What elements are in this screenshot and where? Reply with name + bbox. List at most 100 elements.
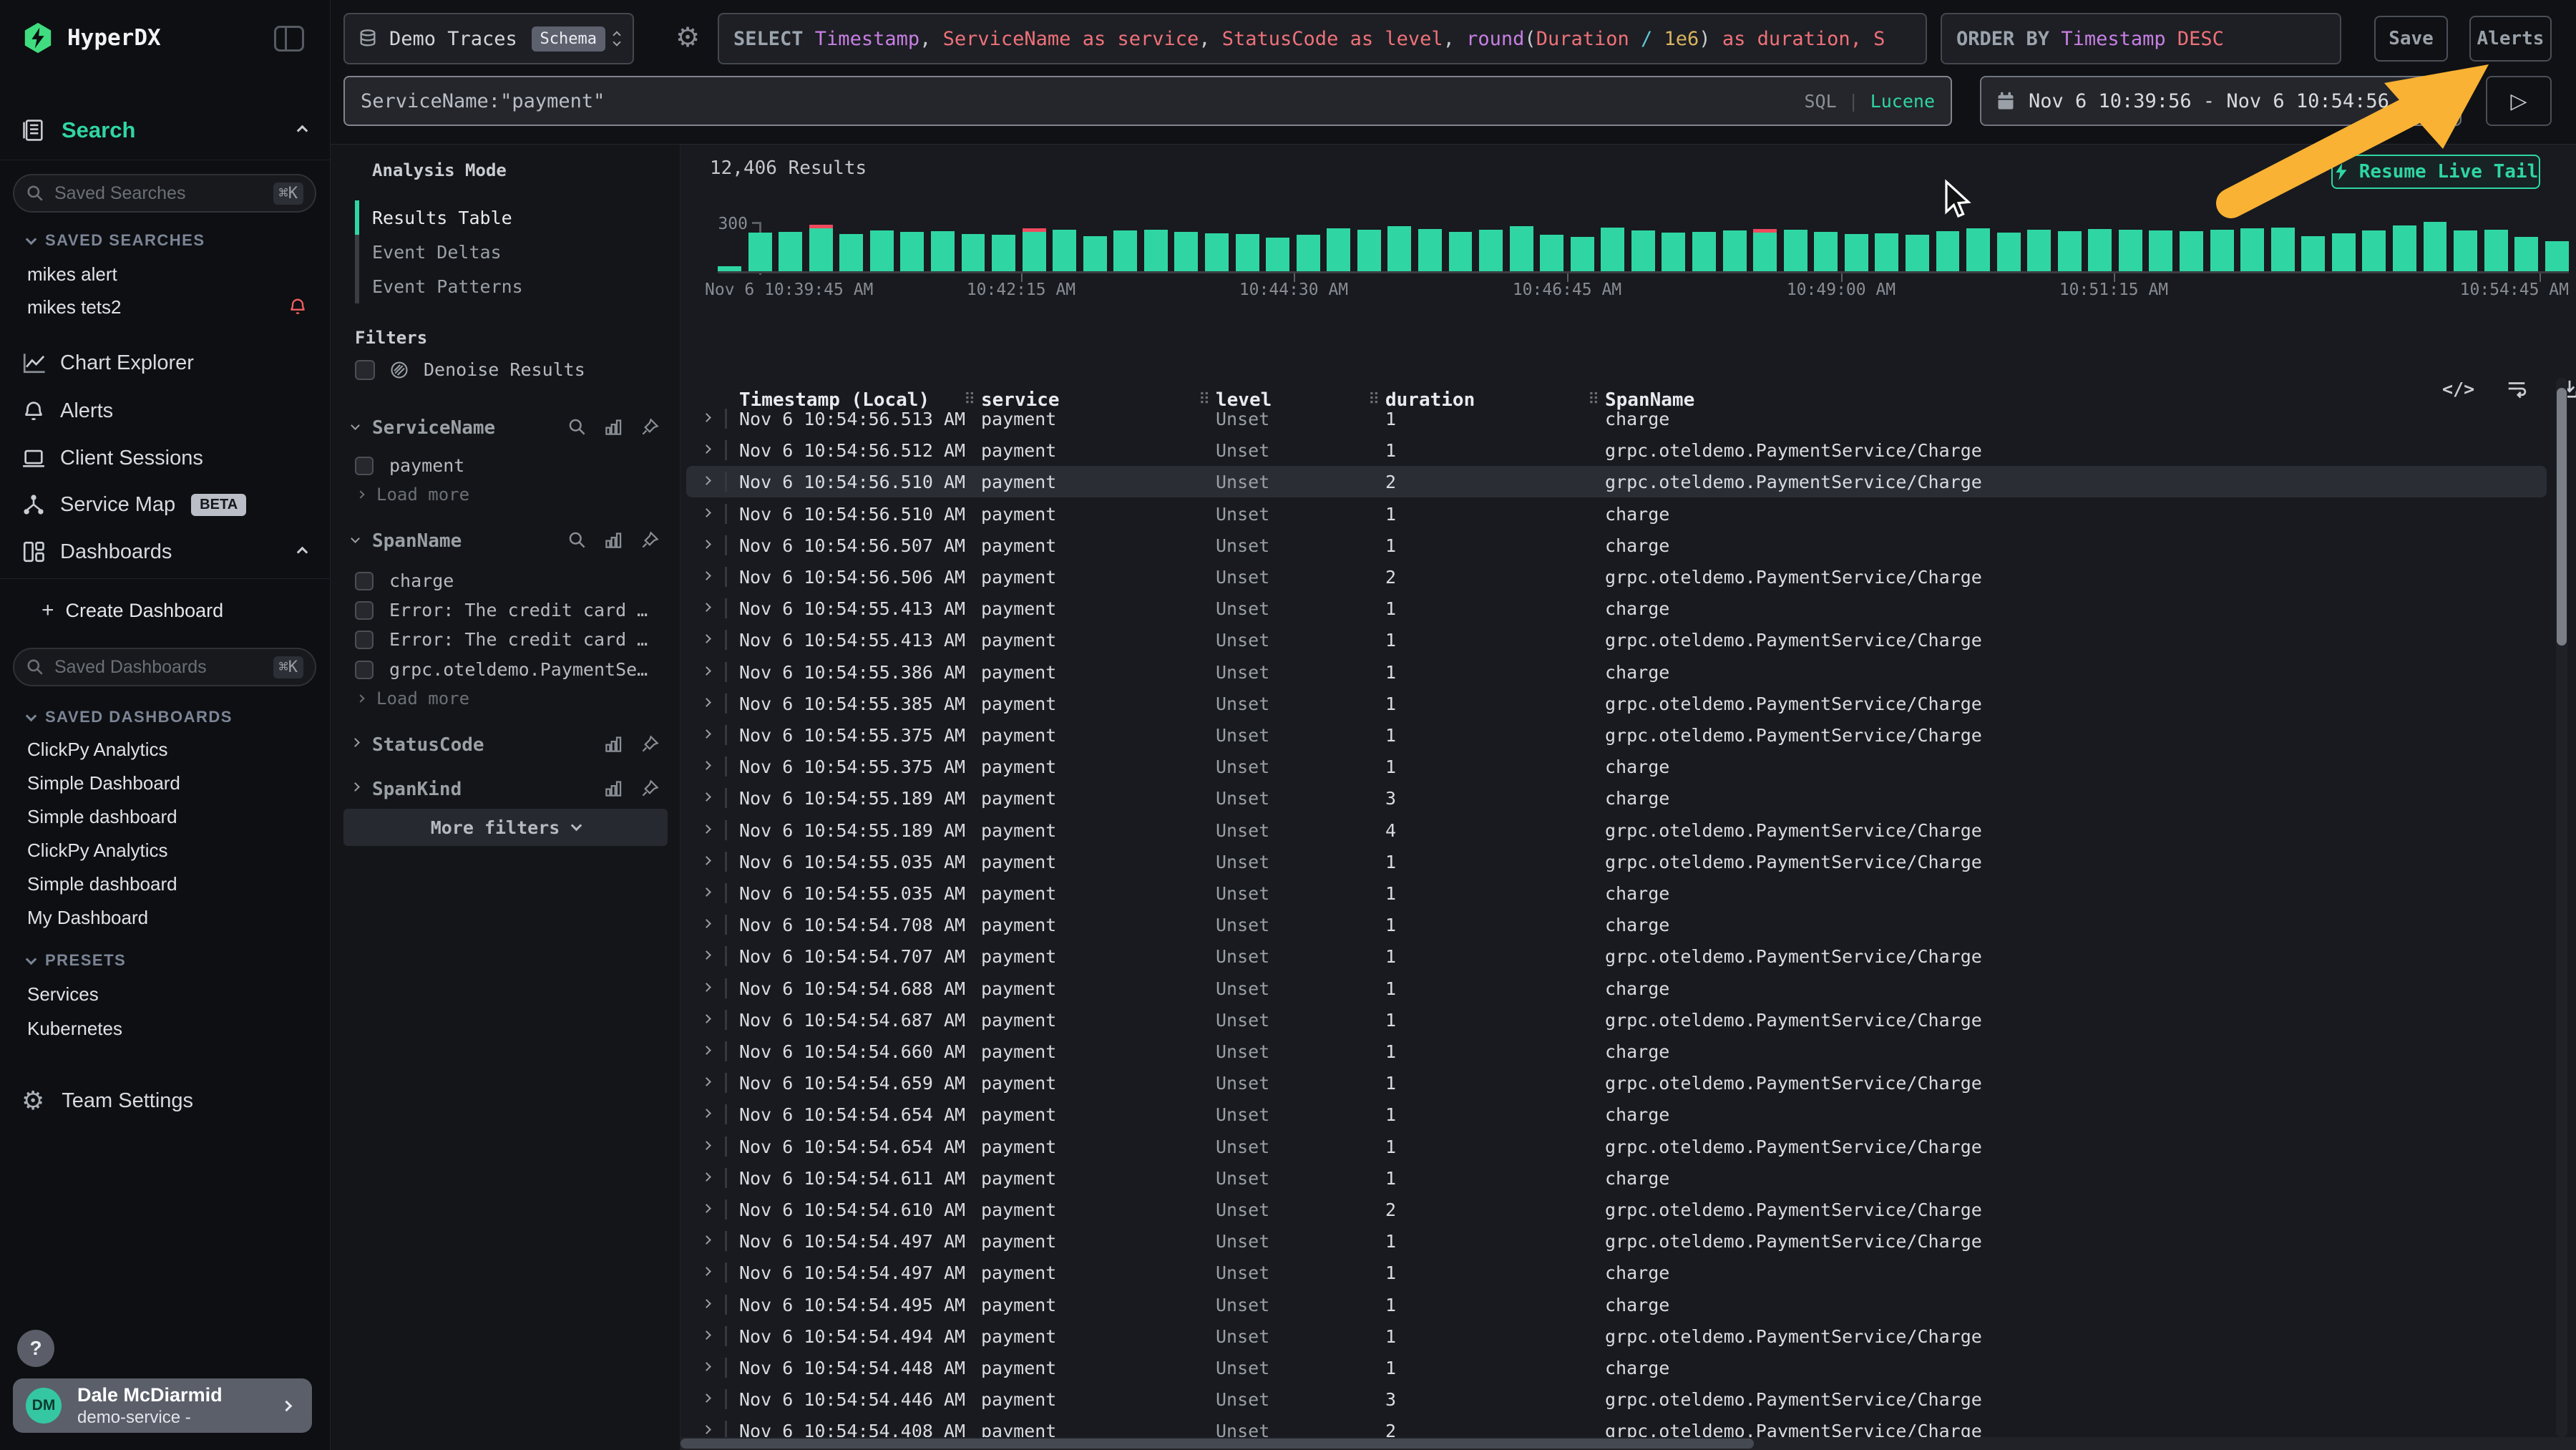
table-row[interactable]: Nov 6 10:54:55.375 AM payment Unset 1 gr… <box>686 719 2547 751</box>
histogram-bar[interactable] <box>1966 228 1990 271</box>
sidebar-item-dashboards[interactable]: Dashboards <box>0 532 331 572</box>
vertical-scrollbar[interactable] <box>2556 378 2567 1437</box>
pin-icon[interactable] <box>640 417 660 437</box>
search-icon[interactable] <box>567 417 587 437</box>
expand-row-icon[interactable] <box>702 919 711 928</box>
expand-row-icon[interactable] <box>702 603 711 612</box>
presets-section[interactable]: PRESETS <box>27 951 126 970</box>
saved-searches-section[interactable]: SAVED SEARCHES <box>27 231 205 250</box>
histogram-bar[interactable] <box>2180 231 2203 271</box>
vertical-scrollbar-thumb[interactable] <box>2557 388 2567 646</box>
histogram-bar[interactable] <box>2119 230 2142 271</box>
table-row[interactable]: Nov 6 10:54:54.688 AM payment Unset 1 ch… <box>686 973 2547 1004</box>
saved-dashboard-item[interactable]: ClickPy Analytics <box>27 840 168 862</box>
time-range-picker[interactable]: Nov 6 10:39:56 - Nov 6 10:54:56 <box>1980 76 2462 126</box>
histogram-bar[interactable] <box>1023 228 1046 271</box>
data-source-select[interactable]: Demo Traces Schema <box>343 13 634 64</box>
expand-row-icon[interactable] <box>702 729 711 739</box>
histogram-bar[interactable] <box>1571 237 1594 271</box>
facet-value[interactable]: Error: The credit card … <box>355 600 663 621</box>
facet-servicename[interactable]: ServiceName <box>352 416 660 442</box>
histogram-bar[interactable] <box>1449 232 1473 271</box>
histogram-bar[interactable] <box>2088 229 2112 271</box>
denoise-checkbox[interactable] <box>355 360 375 380</box>
table-row[interactable]: Nov 6 10:54:54.687 AM payment Unset 1 gr… <box>686 1004 2547 1036</box>
histogram-bar[interactable] <box>1997 233 2021 271</box>
histogram-bar[interactable] <box>779 232 802 271</box>
horizontal-scrollbar-thumb[interactable] <box>680 1439 1754 1449</box>
histogram-bar[interactable] <box>900 232 924 271</box>
facet-checkbox[interactable] <box>355 631 374 649</box>
table-row[interactable]: Nov 6 10:54:55.375 AM payment Unset 1 ch… <box>686 751 2547 782</box>
expand-row-icon[interactable] <box>702 413 711 422</box>
expand-row-icon[interactable] <box>702 1393 711 1403</box>
saved-dashboard-item[interactable]: ClickPy Analytics <box>27 739 168 761</box>
histogram-bar[interactable] <box>1753 229 1777 271</box>
histogram-bar[interactable] <box>2210 230 2234 271</box>
search-icon[interactable] <box>567 530 587 550</box>
histogram-bar[interactable] <box>2484 230 2508 271</box>
expand-row-icon[interactable] <box>702 1330 711 1340</box>
histogram-bar[interactable] <box>839 234 863 271</box>
expand-row-icon[interactable] <box>702 1267 711 1277</box>
language-lucene-toggle[interactable]: Lucene <box>1870 91 1935 112</box>
histogram-bar[interactable] <box>1814 232 1838 271</box>
analysis-mode-results-table[interactable]: Results Table <box>372 208 512 228</box>
saved-search-item[interactable]: mikes alert <box>27 263 313 286</box>
pin-icon[interactable] <box>640 779 660 798</box>
chevron-down-icon[interactable] <box>351 534 360 543</box>
histogram-bar[interactable] <box>1083 236 1107 271</box>
saved-dashboard-item[interactable]: Simple Dashboard <box>27 772 180 794</box>
saved-searches-input[interactable]: Saved Searches ⌘K <box>13 174 316 213</box>
histogram-bar[interactable] <box>2027 230 2051 271</box>
expand-row-icon[interactable] <box>702 1299 711 1308</box>
histogram-bar[interactable] <box>1144 230 1168 271</box>
language-sql-toggle[interactable]: SQL <box>1804 91 1836 112</box>
table-row[interactable]: Nov 6 10:54:54.660 AM payment Unset 1 ch… <box>686 1036 2547 1067</box>
saved-dashboard-item[interactable]: My Dashboard <box>27 907 148 929</box>
table-row[interactable]: Nov 6 10:54:55.385 AM payment Unset 1 gr… <box>686 688 2547 719</box>
expand-row-icon[interactable] <box>702 761 711 770</box>
sidebar-item-team-settings[interactable]: ⚙ Team Settings <box>0 1081 331 1121</box>
table-row[interactable]: Nov 6 10:54:55.189 AM payment Unset 4 gr… <box>686 814 2547 846</box>
user-menu[interactable]: DM Dale McDiarmid demo-service - <box>13 1378 312 1433</box>
order-by-input[interactable]: ORDER BY Timestamp DESC <box>1941 13 2341 64</box>
histogram-bar[interactable] <box>2240 228 2264 271</box>
expand-row-icon[interactable] <box>702 887 711 897</box>
histogram-bar[interactable] <box>1662 233 1685 271</box>
table-row[interactable]: Nov 6 10:54:55.386 AM payment Unset 1 ch… <box>686 656 2547 688</box>
chevron-up-icon[interactable] <box>297 125 308 136</box>
table-row[interactable]: Nov 6 10:54:56.512 AM payment Unset 1 gr… <box>686 434 2547 466</box>
chevron-up-icon[interactable] <box>297 546 308 558</box>
saved-dashboard-item[interactable]: Simple dashboard <box>27 873 177 895</box>
expand-row-icon[interactable] <box>702 666 711 676</box>
facet-checkbox[interactable] <box>355 601 374 620</box>
table-row[interactable]: Nov 6 10:54:56.510 AM payment Unset 1 ch… <box>686 498 2547 530</box>
expand-row-icon[interactable] <box>702 571 711 580</box>
table-row[interactable]: Nov 6 10:54:54.448 AM payment Unset 1 ch… <box>686 1352 2547 1383</box>
chart-icon[interactable] <box>604 417 623 437</box>
histogram-bar[interactable] <box>2424 222 2447 271</box>
histogram-bar[interactable] <box>1510 226 1533 271</box>
facet-value[interactable]: Error: The credit card … <box>355 629 663 650</box>
table-row[interactable]: Nov 6 10:54:54.446 AM payment Unset 3 gr… <box>686 1383 2547 1415</box>
histogram-bar[interactable] <box>1692 232 1716 271</box>
facet-spankind[interactable]: SpanKind <box>352 777 660 803</box>
histogram-bar[interactable] <box>1327 228 1350 271</box>
histogram-bar[interactable] <box>1875 233 1898 271</box>
run-query-button[interactable]: ▷ <box>2486 76 2552 126</box>
facet-checkbox[interactable] <box>355 457 374 475</box>
table-row[interactable]: Nov 6 10:54:54.654 AM payment Unset 1 gr… <box>686 1131 2547 1162</box>
expand-row-icon[interactable] <box>702 856 711 865</box>
histogram-bar[interactable] <box>2362 230 2386 271</box>
sidebar-item-chart-explorer[interactable]: Chart Explorer <box>0 343 331 383</box>
histogram-bar[interactable] <box>931 231 955 271</box>
facet-value[interactable]: charge <box>355 570 663 591</box>
table-row[interactable]: Nov 6 10:54:54.659 AM payment Unset 1 gr… <box>686 1067 2547 1099</box>
table-row[interactable]: Nov 6 10:54:54.494 AM payment Unset 1 gr… <box>686 1320 2547 1352</box>
select-query-input[interactable]: SELECT Timestamp, ServiceName as service… <box>718 13 1927 64</box>
histogram-bar[interactable] <box>2332 233 2356 271</box>
histogram-bar[interactable] <box>718 266 741 271</box>
horizontal-scrollbar[interactable] <box>680 1437 2576 1450</box>
load-more-button[interactable]: Load more <box>358 688 469 709</box>
